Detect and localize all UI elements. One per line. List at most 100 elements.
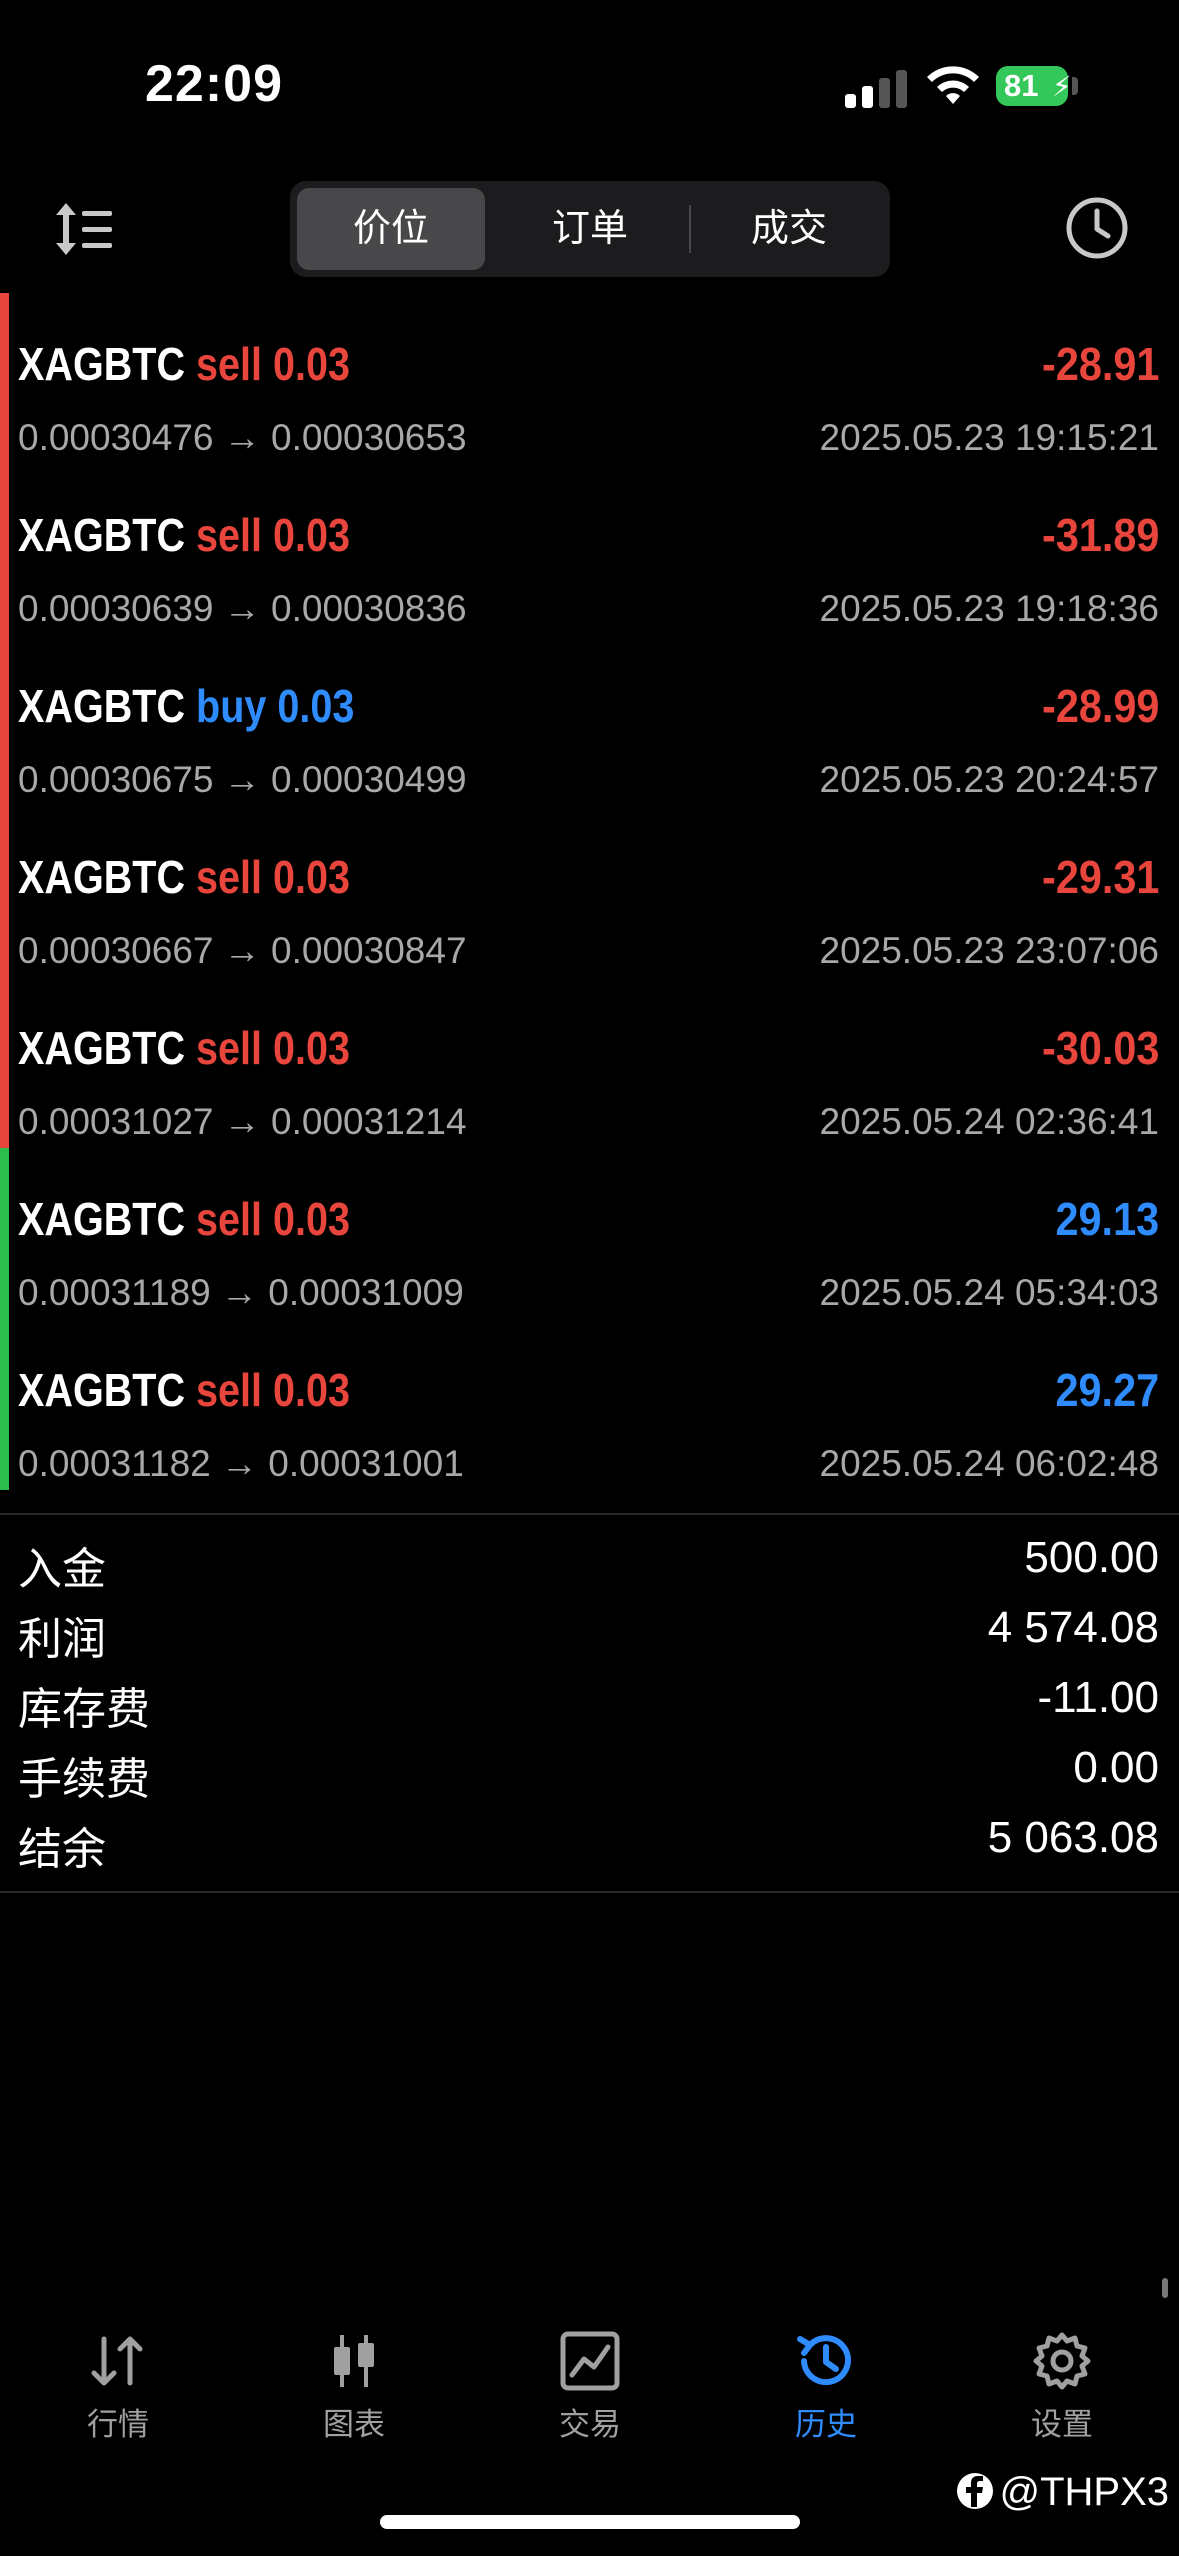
deal-type: sell bbox=[196, 1193, 263, 1245]
deal-profit: -28.91 bbox=[1041, 338, 1159, 390]
deal-symbol-line: XAGBTC sell 0.03 bbox=[18, 1021, 350, 1075]
deal-row[interactable]: XAGBTC sell 0.03 0.00030667 → 0.00030847 -… bbox=[0, 806, 1179, 977]
summary-row: 库存费 -11.00 bbox=[0, 1663, 1179, 1734]
status-time: 22:09 bbox=[145, 55, 283, 113]
deal-time: 2025.05.24 06:02:48 bbox=[819, 1443, 1160, 1484]
deal-prices: 0.00031027 → 0.00031214 bbox=[18, 1101, 467, 1142]
clock-icon[interactable] bbox=[1064, 195, 1130, 261]
battery-level: 81 bbox=[1004, 68, 1039, 103]
watermark: @THPX3 bbox=[955, 2470, 1169, 2515]
deal-row[interactable]: XAGBTC sell 0.03 0.00031027 → 0.00031214 -… bbox=[0, 977, 1179, 1148]
deal-profit-bar bbox=[0, 464, 9, 635]
charging-bolt-icon: ⚡ bbox=[1052, 71, 1072, 102]
summary-label: 库存费 bbox=[18, 1685, 150, 1734]
deal-prices: 0.00031182 → 0.00031001 bbox=[18, 1443, 464, 1484]
tab-settings[interactable]: 设置 bbox=[944, 2315, 1179, 2475]
summary-value: 0.00 bbox=[1073, 1743, 1159, 1792]
summary-label: 入金 bbox=[18, 1545, 106, 1594]
tab-history[interactable]: 历史 bbox=[708, 2315, 944, 2475]
tab-quotes[interactable]: 行情 bbox=[0, 2315, 236, 2475]
deal-type: sell bbox=[196, 509, 263, 561]
scroll-indicator[interactable] bbox=[1162, 2278, 1168, 2298]
deal-profit-bar bbox=[0, 635, 9, 806]
toolbar: 价位 订单 成交 bbox=[0, 175, 1179, 285]
tab-positions[interactable]: 价位 bbox=[297, 188, 485, 270]
deal-type: sell bbox=[196, 1022, 263, 1074]
tab-deals[interactable]: 成交 bbox=[695, 188, 883, 270]
summary-row: 手续费 0.00 bbox=[0, 1733, 1179, 1804]
deal-profit-bar bbox=[0, 1148, 9, 1319]
deal-type: sell bbox=[196, 1364, 263, 1416]
divider bbox=[0, 1891, 1179, 1893]
home-indicator[interactable] bbox=[380, 2515, 800, 2529]
deal-profit: -28.99 bbox=[1041, 680, 1159, 732]
deal-profit: -29.31 bbox=[1041, 851, 1159, 903]
summary-label: 利润 bbox=[18, 1615, 106, 1664]
deal-volume: 0.03 bbox=[273, 1022, 351, 1074]
deal-row[interactable]: XAGBTC sell 0.03 0.00031182 → 0.00031001 2… bbox=[0, 1319, 1179, 1490]
deal-symbol-line: XAGBTC sell 0.03 bbox=[18, 508, 350, 562]
tab-orders[interactable]: 订单 bbox=[496, 188, 684, 270]
history-icon bbox=[797, 2335, 851, 2386]
deal-symbol: XAGBTC bbox=[18, 851, 186, 903]
sort-icon[interactable] bbox=[52, 197, 116, 261]
candlestick-icon bbox=[334, 2335, 374, 2387]
deal-volume: 0.03 bbox=[273, 1364, 351, 1416]
deal-symbol: XAGBTC bbox=[18, 1022, 186, 1074]
deal-time: 2025.05.23 19:15:21 bbox=[819, 417, 1160, 458]
account-summary: 入金 500.00 利润 4 574.08 库存费 -11.00 手续费 0.00 结余 5 06… bbox=[0, 1523, 1179, 1874]
deal-time: 2025.05.23 19:18:36 bbox=[819, 588, 1160, 629]
deal-symbol-line: XAGBTC sell 0.03 bbox=[18, 1192, 350, 1246]
cellular-signal-icon bbox=[845, 70, 907, 108]
deal-row[interactable]: XAGBTC sell 0.03 0.00030476 → 0.00030653 -… bbox=[0, 293, 1179, 464]
deal-volume: 0.03 bbox=[273, 1193, 351, 1245]
summary-value: 500.00 bbox=[1024, 1533, 1159, 1582]
deal-profit-bar bbox=[0, 293, 9, 464]
deal-volume: 0.03 bbox=[273, 338, 351, 390]
deal-prices: 0.00030667 → 0.00030847 bbox=[18, 930, 467, 971]
deal-profit: 29.27 bbox=[1055, 1364, 1159, 1416]
tab-settings-label: 设置 bbox=[1031, 2407, 1093, 2442]
deal-time: 2025.05.23 20:24:57 bbox=[819, 759, 1160, 800]
deal-row[interactable]: XAGBTC buy 0.03 0.00030675 → 0.00030499 -2… bbox=[0, 635, 1179, 806]
summary-row: 入金 500.00 bbox=[0, 1523, 1179, 1594]
watermark-text: @THPX3 bbox=[999, 2470, 1169, 2514]
summary-label: 手续费 bbox=[18, 1755, 150, 1804]
deal-prices: 0.00030639 → 0.00030836 bbox=[18, 588, 467, 629]
trade-chart-icon bbox=[560, 2331, 620, 2391]
deal-time: 2025.05.24 02:36:41 bbox=[819, 1101, 1160, 1142]
summary-value: 5 063.08 bbox=[987, 1813, 1159, 1862]
deal-symbol-line: XAGBTC sell 0.03 bbox=[18, 1363, 350, 1417]
summary-row: 结余 5 063.08 bbox=[0, 1803, 1179, 1874]
deal-profit-bar bbox=[0, 1319, 9, 1490]
segment-divider bbox=[689, 205, 691, 253]
summary-label: 结余 bbox=[18, 1825, 106, 1874]
deal-volume: 0.03 bbox=[273, 851, 351, 903]
deal-profit-bar bbox=[0, 806, 9, 977]
deal-type: sell bbox=[196, 338, 263, 390]
facebook-icon bbox=[957, 2473, 994, 2509]
deal-prices: 0.00030675 → 0.00030499 bbox=[18, 759, 467, 800]
tab-trade[interactable]: 交易 bbox=[472, 2315, 708, 2475]
summary-value: -11.00 bbox=[1037, 1673, 1160, 1722]
deal-row[interactable]: XAGBTC sell 0.03 0.00031189 → 0.00031009 2… bbox=[0, 1148, 1179, 1319]
deal-prices: 0.00031189 → 0.00031009 bbox=[18, 1272, 464, 1313]
wifi-icon bbox=[927, 66, 979, 104]
deal-symbol: XAGBTC bbox=[18, 1364, 186, 1416]
divider bbox=[0, 1513, 1179, 1515]
deal-volume: 0.03 bbox=[273, 509, 351, 561]
tab-charts[interactable]: 图表 bbox=[236, 2315, 472, 2475]
summary-value: 4 574.08 bbox=[987, 1603, 1159, 1652]
deal-prices: 0.00030476 → 0.00030653 bbox=[18, 417, 467, 458]
deal-type: buy bbox=[196, 680, 267, 732]
deal-volume: 0.03 bbox=[277, 680, 355, 732]
deal-symbol: XAGBTC bbox=[18, 338, 186, 390]
deal-profit: -30.03 bbox=[1041, 1022, 1159, 1074]
deal-row[interactable]: XAGBTC sell 0.03 0.00030639 → 0.00030836 -… bbox=[0, 464, 1179, 635]
tab-trade-label: 交易 bbox=[559, 2407, 621, 2442]
gear-icon bbox=[1033, 2332, 1091, 2390]
battery-tip bbox=[1072, 77, 1078, 95]
status-bar: 22:09 81 ⚡ bbox=[0, 0, 1179, 170]
arrows-updown-icon bbox=[91, 2336, 143, 2386]
tab-history-label: 历史 bbox=[795, 2407, 857, 2442]
